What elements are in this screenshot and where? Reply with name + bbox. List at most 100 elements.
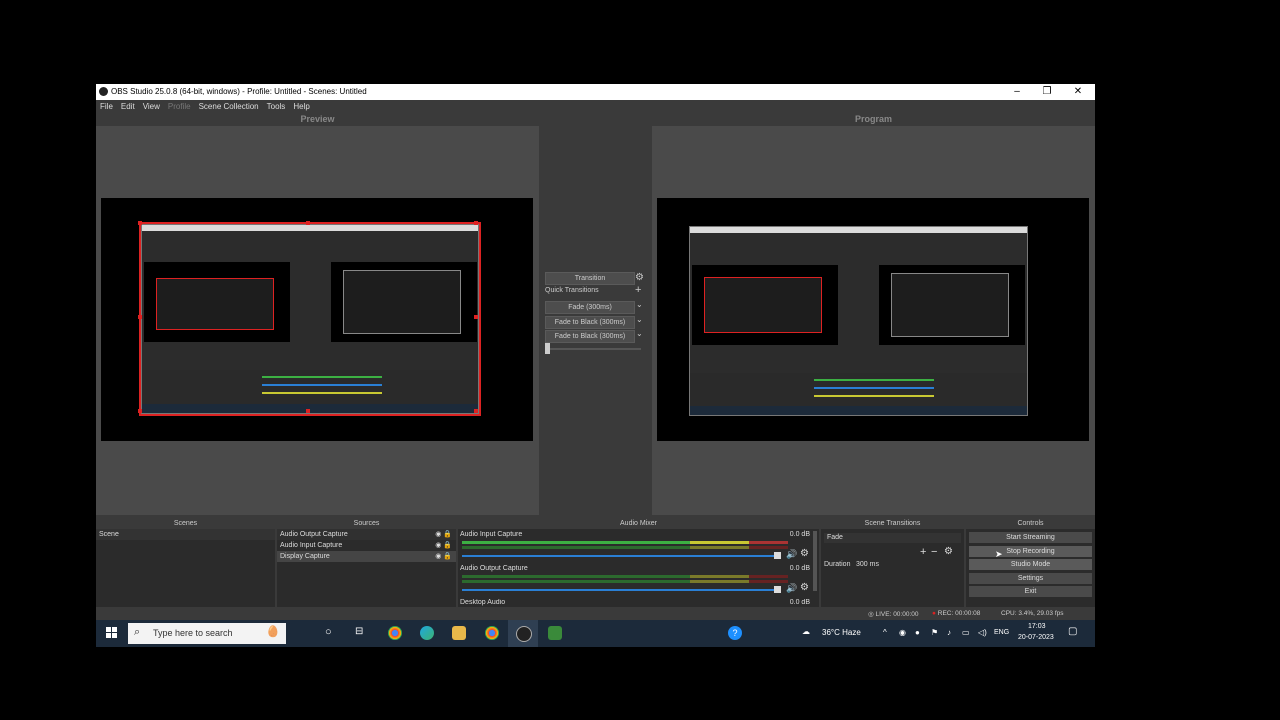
menu-scene-collection[interactable]: Scene Collection <box>199 100 259 114</box>
tbar-slider-handle[interactable] <box>545 343 550 354</box>
transition-button[interactable]: Transition <box>545 272 635 285</box>
task-view-icon[interactable]: ⊟ <box>355 626 363 637</box>
mixer-channel: Audio Input Capture 0.0 dB 🔊 ⚙ <box>460 531 810 563</box>
settings-button[interactable]: Settings <box>969 573 1092 584</box>
obs-taskbar-active[interactable] <box>508 620 538 647</box>
taskbar: ⌕ Type here to search 🥚 ○ ⊟ ? ☁ 36°C Haz… <box>96 620 1095 647</box>
chevron-down-icon[interactable]: ⌄ <box>636 300 643 309</box>
eye-icon[interactable]: ◉ 🔒 <box>435 540 452 551</box>
scenes-dock-title: Scenes <box>96 518 275 529</box>
battery-icon[interactable]: ▭ <box>962 628 970 637</box>
display-capture-program <box>689 226 1028 416</box>
quick-transition-fade[interactable]: Fade (300ms) <box>545 301 635 314</box>
volume-icon[interactable]: ◁) <box>978 628 987 637</box>
mixer-scrollbar[interactable] <box>813 531 817 591</box>
chevron-down-icon[interactable]: ⌄ <box>636 329 643 338</box>
tray-icon[interactable]: ● <box>915 628 920 637</box>
add-icon[interactable]: + <box>920 546 926 558</box>
selection-box[interactable] <box>138 221 481 416</box>
maximize-button[interactable]: ❐ <box>1032 84 1062 100</box>
menu-file[interactable]: File <box>100 100 113 114</box>
status-bar: ◎ LIVE: 00:00:00 ● REC: 00:00:08 CPU: 3.… <box>96 610 1095 620</box>
menu-help[interactable]: Help <box>293 100 309 114</box>
help-icon[interactable]: ? <box>728 626 742 640</box>
preview-canvas[interactable] <box>101 198 533 441</box>
cortana-icon[interactable]: ○ <box>325 626 332 638</box>
audio-mixer-title: Audio Mixer <box>458 518 819 529</box>
menu-profile[interactable]: Profile <box>168 100 191 114</box>
program-canvas <box>657 198 1089 441</box>
quick-transition-fade-black-2[interactable]: Fade to Black (300ms) <box>545 330 635 343</box>
menu-tools[interactable]: Tools <box>267 100 286 114</box>
gear-icon[interactable]: ⚙ <box>944 546 953 557</box>
chevron-down-icon[interactable]: ⌄ <box>636 315 643 324</box>
clock-date[interactable]: 20-07-2023 <box>1018 634 1054 641</box>
eye-icon[interactable]: ◉ 🔒 <box>435 551 452 562</box>
stop-recording-button[interactable]: Stop Recording <box>969 546 1092 557</box>
exit-button[interactable]: Exit <box>969 586 1092 597</box>
quick-transition-fade-black-1[interactable]: Fade to Black (300ms) <box>545 316 635 329</box>
studio-mode-button[interactable]: Studio Mode <box>969 559 1092 570</box>
sources-dock: Sources Audio Output Capture ◉ 🔒 Audio In… <box>277 518 456 607</box>
gear-icon[interactable]: ⚙ <box>800 582 809 593</box>
scenes-dock: Scenes Scene <box>96 518 275 607</box>
duration-input[interactable]: 300 ms <box>853 559 960 570</box>
menu-view[interactable]: View <box>143 100 160 114</box>
edge-icon[interactable] <box>420 626 434 640</box>
mic-icon[interactable]: ♪ <box>947 628 951 637</box>
preview-panel[interactable] <box>96 126 539 515</box>
file-explorer-icon[interactable] <box>452 626 466 640</box>
minimize-button[interactable]: – <box>1002 84 1032 100</box>
menu-edit[interactable]: Edit <box>121 100 135 114</box>
tbar-track[interactable] <box>545 348 641 350</box>
chrome-icon[interactable] <box>388 626 402 640</box>
source-item[interactable]: Audio Output Capture ◉ 🔒 <box>277 529 456 540</box>
speaker-icon[interactable]: 🔊 <box>786 549 797 560</box>
weather-text[interactable]: 36°C Haze <box>822 628 861 637</box>
mixer-channel: Desktop Audio 0.0 dB <box>460 599 810 607</box>
live-indicator: ◎ LIVE: 00:00:00 <box>868 611 919 618</box>
speaker-icon[interactable]: 🔊 <box>786 583 797 594</box>
search-placeholder: Type here to search <box>153 628 233 638</box>
source-item[interactable]: Audio Input Capture ◉ 🔒 <box>277 540 456 551</box>
volume-slider[interactable] <box>462 555 778 557</box>
tray-icon[interactable]: ⚑ <box>931 628 938 637</box>
menu-bar: File Edit View Profile Scene Collection Tools… <box>96 100 1095 114</box>
search-icon: ⌕ <box>134 626 141 638</box>
rec-indicator: ● REC: 00:00:08 <box>932 610 981 617</box>
sources-dock-title: Sources <box>277 518 456 529</box>
clock-time[interactable]: 17:03 <box>1028 623 1046 630</box>
start-streaming-button[interactable]: Start Streaming <box>969 532 1092 543</box>
language-indicator[interactable]: ENG <box>994 629 1009 636</box>
windows-start-icon[interactable] <box>106 627 117 638</box>
channel-name: Audio Input Capture <box>460 531 523 538</box>
level-meter <box>462 580 788 583</box>
obs-icon <box>516 626 532 642</box>
obs-app-icon <box>99 87 108 96</box>
notification-icon[interactable]: ▢ <box>1068 626 1077 637</box>
title-bar[interactable]: OBS Studio 25.0.8 (64-bit, windows) - Pr… <box>96 84 1095 100</box>
gear-icon[interactable]: ⚙ <box>800 548 809 559</box>
add-icon[interactable]: + <box>635 284 641 296</box>
chrome-profile-icon[interactable] <box>485 626 499 640</box>
volume-slider-handle[interactable] <box>774 586 781 593</box>
eye-icon[interactable]: ◉ 🔒 <box>435 529 452 540</box>
channel-name: Audio Output Capture <box>460 565 528 572</box>
source-item[interactable]: Display Capture ◉ 🔒 <box>277 551 456 562</box>
gear-icon[interactable]: ⚙ <box>635 272 644 283</box>
tray-icon[interactable]: ◉ <box>899 628 906 637</box>
controls-title: Controls <box>966 518 1095 529</box>
transition-select[interactable]: Fade <box>824 533 961 543</box>
volume-slider[interactable] <box>462 589 778 591</box>
taskbar-search-box[interactable]: ⌕ Type here to search 🥚 <box>128 623 286 644</box>
weather-icon[interactable]: ☁ <box>802 627 810 636</box>
remove-icon[interactable]: − <box>931 546 937 558</box>
app-icon[interactable] <box>548 626 562 640</box>
level-meter <box>462 546 788 549</box>
mixer-channel: Audio Output Capture 0.0 dB 🔊 ⚙ <box>460 565 810 597</box>
close-button[interactable]: ✕ <box>1063 84 1093 100</box>
volume-slider-handle[interactable] <box>774 552 781 559</box>
chevron-up-icon[interactable]: ^ <box>883 628 887 637</box>
duration-label: Duration <box>824 561 851 568</box>
scene-item[interactable]: Scene <box>96 529 275 540</box>
